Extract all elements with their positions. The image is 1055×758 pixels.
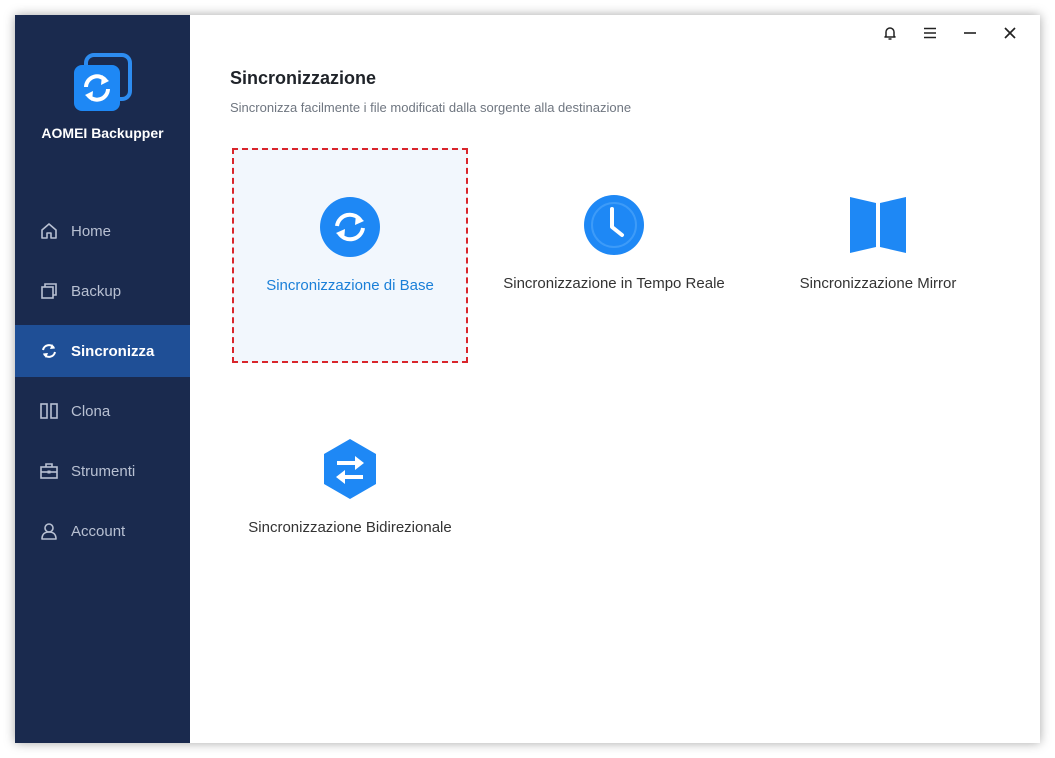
option-label: Sincronizzazione di Base <box>266 277 434 294</box>
page-title: Sincronizzazione <box>230 68 377 88</box>
basic-sync-icon <box>318 195 382 259</box>
bell-icon <box>882 25 898 46</box>
option-label: Sincronizzazione in Tempo Reale <box>503 275 725 292</box>
sidebar-item-sincronizza[interactable]: Sincronizza <box>15 325 190 377</box>
backup-icon <box>39 281 59 301</box>
sidebar-item-label: Home <box>71 222 112 240</box>
mirror-icon <box>846 193 910 257</box>
sidebar-item-backup[interactable]: Backup <box>15 265 190 317</box>
minimize-button[interactable] <box>950 23 990 47</box>
option-label: Sincronizzazione Bidirezionale <box>248 519 452 536</box>
app-logo-icon <box>72 53 132 113</box>
account-icon <box>39 521 59 541</box>
sidebar-item-label: Backup <box>71 282 122 300</box>
sidebar-item-account[interactable]: Account <box>15 505 190 557</box>
two-way-sync-icon <box>318 437 382 501</box>
page-subtitle: Sincronizza facilmente i file modificati… <box>230 100 632 115</box>
option-mirror-sync[interactable]: Sincronizzazione Mirror <box>760 148 996 363</box>
close-icon <box>1002 25 1018 46</box>
close-button[interactable] <box>990 23 1030 47</box>
tools-icon <box>39 461 59 481</box>
sidebar-item-label: Sincronizza <box>71 342 155 360</box>
window-controls <box>870 23 1030 47</box>
sync-icon <box>39 341 59 361</box>
notification-button[interactable] <box>870 23 910 47</box>
sidebar-item-strumenti[interactable]: Strumenti <box>15 445 190 497</box>
main-panel: Sincronizzazione Sincronizza facilmente … <box>190 15 1040 743</box>
sidebar-nav: Home Backup Sincronizza Clona Strumenti … <box>15 205 190 565</box>
option-two-way-sync[interactable]: Sincronizzazione Bidirezionale <box>232 392 468 607</box>
hamburger-menu-icon <box>922 25 938 46</box>
home-icon <box>39 221 59 241</box>
app-window: AOMEI Backupper Home Backup Sincronizza <box>15 15 1040 743</box>
sidebar-item-label: Account <box>71 522 126 540</box>
sidebar-item-clona[interactable]: Clona <box>15 385 190 437</box>
clone-icon <box>39 401 59 421</box>
sidebar-item-home[interactable]: Home <box>15 205 190 257</box>
clock-icon <box>582 193 646 257</box>
sidebar-item-label: Strumenti <box>71 462 136 480</box>
sidebar: AOMEI Backupper Home Backup Sincronizza <box>15 15 190 743</box>
app-name: AOMEI Backupper <box>41 125 164 141</box>
minimize-icon <box>962 25 978 46</box>
option-realtime-sync[interactable]: Sincronizzazione in Tempo Reale <box>496 148 732 363</box>
menu-button[interactable] <box>910 23 950 47</box>
option-label: Sincronizzazione Mirror <box>799 275 957 292</box>
option-basic-sync[interactable]: Sincronizzazione di Base <box>232 148 468 363</box>
sidebar-item-label: Clona <box>71 402 111 420</box>
